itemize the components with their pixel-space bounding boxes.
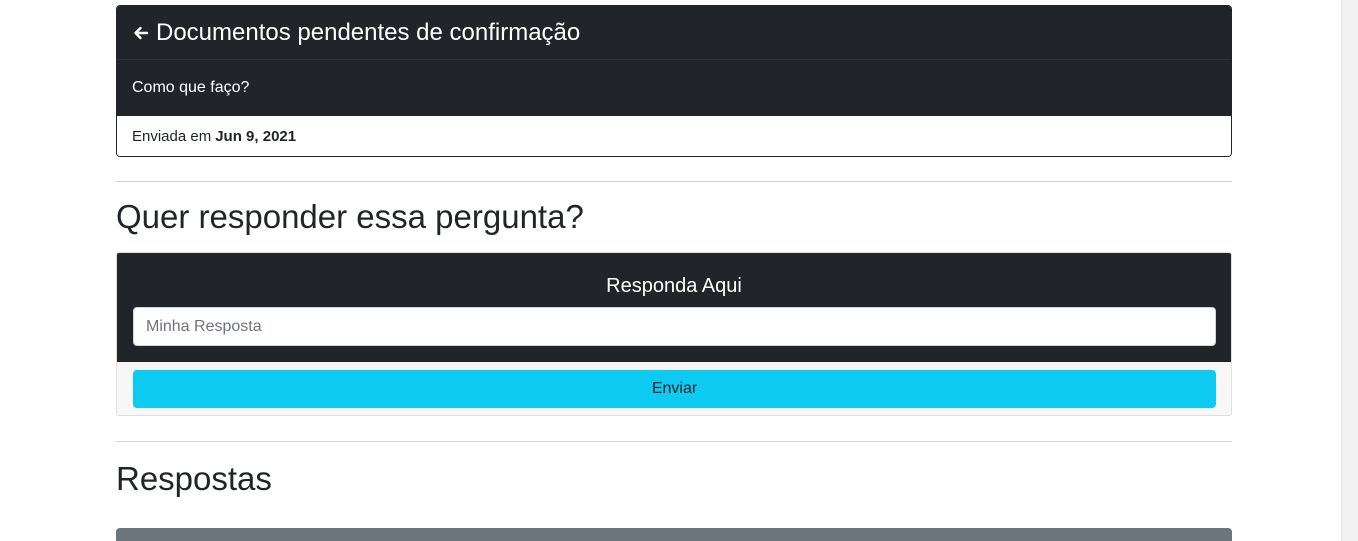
reply-card-footer: Enviar	[117, 362, 1231, 415]
arrow-left-icon[interactable]	[132, 24, 150, 42]
submit-button[interactable]: Enviar	[133, 370, 1216, 408]
sent-date: Jun 9, 2021	[215, 128, 297, 145]
answer-input[interactable]	[133, 307, 1216, 346]
reply-heading: Quer responder essa pergunta?	[116, 198, 584, 235]
page: Documentos pendentes de confirmação Como…	[0, 0, 1358, 541]
reply-card-header: Responda Aqui	[117, 253, 1231, 362]
reply-card-label: Responda Aqui	[606, 275, 742, 297]
divider	[116, 441, 1232, 442]
answers-heading: Respostas	[116, 460, 272, 497]
reply-card: Responda Aqui Enviar	[116, 252, 1232, 416]
question-footer: Enviada em Jun 9, 2021	[117, 116, 1231, 156]
question-card: Documentos pendentes de confirmação Como…	[116, 5, 1232, 157]
question-title: Documentos pendentes de confirmação	[156, 18, 581, 46]
divider	[116, 181, 1232, 182]
question-header: Documentos pendentes de confirmação	[117, 6, 1231, 60]
answer-card	[116, 528, 1232, 541]
question-body: Como que faço?	[117, 60, 1231, 116]
scrollbar[interactable]	[1341, 0, 1358, 541]
sent-prefix: Enviada em	[132, 128, 212, 145]
